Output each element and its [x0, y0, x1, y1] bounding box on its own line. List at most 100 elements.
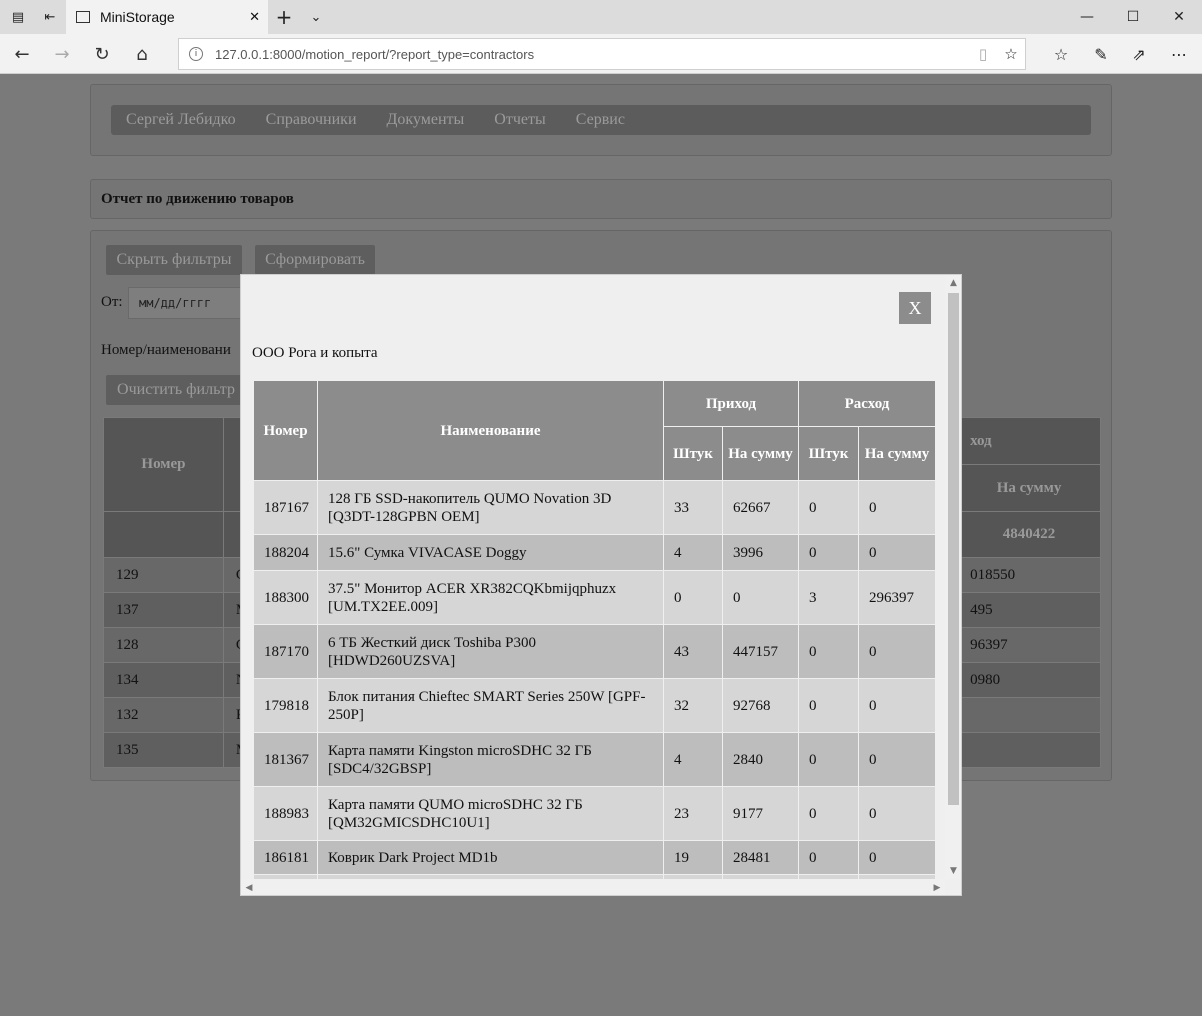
row-in-sum: 92768: [722, 678, 799, 733]
menu-item-documents[interactable]: Документы: [387, 111, 465, 129]
horizontal-scrollbar[interactable]: ◀ ▶: [241, 879, 945, 895]
close-tab-icon[interactable]: ✕: [249, 10, 260, 25]
page-icon: [76, 11, 90, 23]
home-icon[interactable]: ⌂: [124, 38, 160, 70]
row-name: Коврик Dark Project MD1b: [317, 840, 664, 875]
close-modal-button[interactable]: X: [899, 292, 931, 324]
row-in-qty: 32: [663, 678, 723, 733]
col-number: Номер: [253, 380, 318, 481]
row-sum: [957, 697, 1101, 733]
row-name: 37.5" Монитор ACER XR382CQKbmijqphuzx [U…: [317, 570, 664, 625]
total-cell: [103, 511, 224, 558]
contractor-name: ООО Рога и копыта: [252, 345, 378, 361]
col-income: Приход: [663, 380, 799, 427]
scroll-down-icon[interactable]: ▼: [945, 863, 961, 879]
main-menu: Сергей Лебидко Справочники Документы Отч…: [111, 105, 1091, 135]
menu-item-service[interactable]: Сервис: [576, 111, 625, 129]
row-number: 188983: [253, 786, 318, 841]
table-row[interactable]: 186181 Коврик Dark Project MD1b 19 28481…: [253, 840, 936, 875]
row-name: 15.6" Сумка VIVACASE Doggy: [317, 534, 664, 571]
back-arrow-icon[interactable]: ←: [4, 38, 40, 70]
row-name: 6 ТБ Жесткий диск Toshiba P300 [HDWD260U…: [317, 624, 664, 679]
more-icon[interactable]: ⋯: [1160, 38, 1198, 70]
reading-view-icon[interactable]: ▯: [969, 45, 997, 63]
row-out-sum: 0: [858, 678, 936, 733]
browser-tab[interactable]: MiniStorage ✕: [66, 0, 268, 34]
row-number: 134: [103, 662, 224, 698]
from-label: От:: [101, 294, 123, 310]
browser-toolbar: ← → ↻ ⌂ i 127.0.0.1:8000/motion_report/?…: [0, 34, 1202, 74]
row-in-sum: 28481: [722, 840, 799, 875]
top-nav-panel: Сергей Лебидко Справочники Документы Отч…: [90, 84, 1112, 156]
tab-actions-icon[interactable]: ▤: [2, 0, 34, 34]
info-icon[interactable]: i: [189, 47, 203, 61]
table-row[interactable]: 179818 Блок питания Chieftec SMART Serie…: [253, 678, 936, 733]
motion-table: Номер Наименование Приход Расход Штук На…: [253, 380, 936, 895]
row-number: 186181: [253, 840, 318, 875]
col-expense: Расход: [798, 380, 936, 427]
row-in-qty: 4: [663, 534, 723, 571]
vertical-scrollbar[interactable]: ▲ ▼: [945, 275, 961, 879]
generate-button[interactable]: Сформировать: [255, 245, 375, 275]
forward-arrow-icon[interactable]: →: [44, 38, 80, 70]
favorites-list-icon[interactable]: ☆: [1042, 38, 1080, 70]
share-icon[interactable]: ⇗: [1120, 38, 1158, 70]
close-window-icon[interactable]: ✕: [1156, 0, 1202, 34]
favorite-star-icon[interactable]: ☆: [997, 45, 1025, 63]
date-from-input[interactable]: мм/дд/гггг: [128, 287, 248, 319]
hide-filters-button[interactable]: Скрыть фильтры: [106, 245, 242, 275]
col-income-sum: На сумму: [722, 426, 799, 481]
minimize-icon[interactable]: —: [1064, 0, 1110, 34]
col-income-qty: Штук: [663, 426, 723, 481]
report-title-panel: Отчет по движению товаров: [90, 179, 1112, 219]
row-in-qty: 23: [663, 786, 723, 841]
row-sum: 018550: [957, 557, 1101, 593]
menu-item-user[interactable]: Сергей Лебидко: [126, 111, 236, 129]
notes-pen-icon[interactable]: ✎: [1082, 38, 1120, 70]
scroll-right-icon[interactable]: ▶: [929, 879, 945, 895]
row-sum: [957, 732, 1101, 768]
row-name: Карта памяти Kingston microSDHC 32 ГБ [S…: [317, 732, 664, 787]
page-title: Отчет по движению товаров: [101, 191, 294, 207]
maximize-icon[interactable]: ☐: [1110, 0, 1156, 34]
row-name: Карта памяти QUMO microSDHC 32 ГБ [QM32G…: [317, 786, 664, 841]
row-in-sum: 447157: [722, 624, 799, 679]
scroll-up-icon[interactable]: ▲: [945, 275, 961, 291]
row-out-sum: 0: [858, 732, 936, 787]
table-row[interactable]: 187167 128 ГБ SSD-накопитель QUMO Novati…: [253, 480, 936, 535]
contractor-details-modal: X ООО Рога и копыта Номер Наименование П…: [240, 274, 962, 896]
row-out-sum: 0: [858, 840, 936, 875]
table-row[interactable]: 181367 Карта памяти Kingston microSDHC 3…: [253, 732, 936, 787]
menu-item-reports[interactable]: Отчеты: [494, 111, 545, 129]
col-sum: На сумму: [957, 464, 1101, 512]
tab-list-chevron-icon[interactable]: ⌄: [300, 0, 332, 34]
row-out-qty: 0: [798, 480, 859, 535]
scrollbar-thumb[interactable]: [948, 293, 959, 805]
set-aside-tabs-icon[interactable]: ⇤: [34, 0, 66, 34]
row-out-sum: 296397: [858, 570, 936, 625]
refresh-icon[interactable]: ↻: [84, 38, 120, 70]
url-text[interactable]: 127.0.0.1:8000/motion_report/?report_typ…: [215, 47, 969, 62]
name-filter-label: Номер/наименовани: [101, 342, 231, 358]
row-in-qty: 4: [663, 732, 723, 787]
table-row[interactable]: 188983 Карта памяти QUMO microSDHC 32 ГБ…: [253, 786, 936, 841]
row-number: 128: [103, 627, 224, 663]
menu-item-directories[interactable]: Справочники: [266, 111, 357, 129]
table-row[interactable]: 188300 37.5" Монитор ACER XR382CQKbmijqp…: [253, 570, 936, 625]
clear-filters-button[interactable]: Очистить фильтр: [106, 375, 246, 405]
new-tab-icon[interactable]: +: [268, 0, 300, 34]
row-number: 187170: [253, 624, 318, 679]
row-out-qty: 0: [798, 624, 859, 679]
col-expense-sum: На сумму: [858, 426, 936, 481]
row-in-sum: 2840: [722, 732, 799, 787]
scroll-left-icon[interactable]: ◀: [241, 879, 257, 895]
row-sum: 96397: [957, 627, 1101, 663]
row-in-sum: 9177: [722, 786, 799, 841]
address-bar[interactable]: i 127.0.0.1:8000/motion_report/?report_t…: [178, 38, 1026, 70]
table-row[interactable]: 187170 6 ТБ Жесткий диск Toshiba P300 [H…: [253, 624, 936, 679]
row-in-sum: 3996: [722, 534, 799, 571]
row-number: 187167: [253, 480, 318, 535]
row-number: 188204: [253, 534, 318, 571]
table-row[interactable]: 188204 15.6" Сумка VIVACASE Doggy 4 3996…: [253, 534, 936, 571]
row-out-sum: 0: [858, 786, 936, 841]
